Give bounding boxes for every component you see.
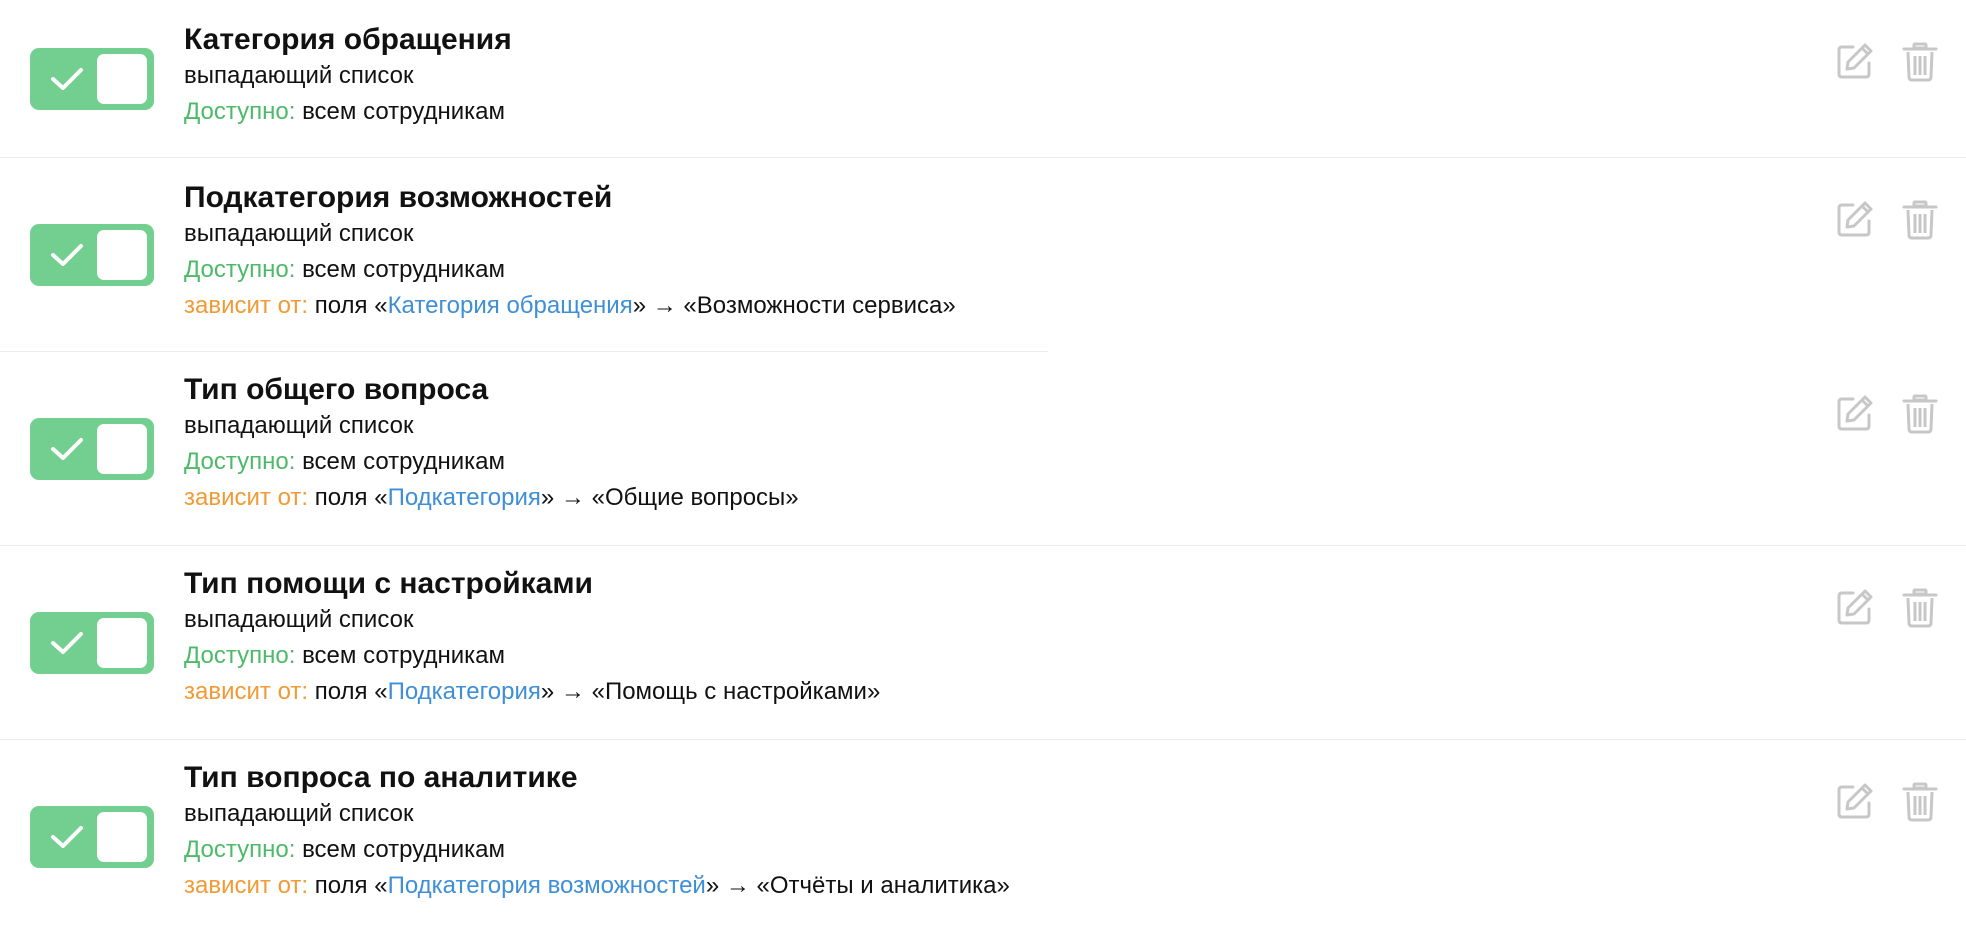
field-access: Доступно: всем сотрудникам	[184, 832, 1010, 868]
field-toggle[interactable]	[30, 224, 154, 286]
depends-prefix: поля «	[314, 292, 388, 319]
row-actions	[1832, 586, 1942, 630]
access-value: всем сотрудникам	[302, 836, 505, 863]
field-row: Тип вопроса по аналитике выпадающий спис…	[0, 740, 1966, 932]
field-dependency: зависит от: поля «Подкатегория» → «Общие…	[184, 480, 799, 516]
depends-prefix: поля «	[314, 872, 388, 899]
check-icon	[51, 438, 83, 460]
edit-button[interactable]	[1832, 780, 1876, 824]
access-label: Доступно:	[184, 448, 296, 475]
field-title: Тип общего вопроса	[184, 373, 489, 406]
field-info: Тип общего вопроса выпадающий список Дос…	[184, 372, 799, 516]
trash-icon	[1902, 42, 1938, 82]
depends-label: зависит от:	[184, 484, 309, 511]
field-access: Доступно: всем сотрудникам	[184, 94, 512, 130]
edit-icon	[1837, 43, 1873, 79]
edit-button[interactable]	[1832, 392, 1876, 436]
check-icon	[51, 244, 83, 266]
field-dependency: зависит от: поля «Подкатегория» → «Помощ…	[184, 674, 880, 710]
delete-button[interactable]	[1898, 40, 1942, 84]
edit-icon	[1837, 589, 1873, 625]
depends-label: зависит от:	[184, 678, 309, 705]
field-title: Тип помощи с настройками	[184, 567, 593, 600]
field-info: Тип вопроса по аналитике выпадающий спис…	[184, 760, 1010, 904]
depends-suffix: » → «Возможности сервиса»	[632, 292, 956, 319]
toggle-knob	[97, 618, 147, 668]
field-access: Доступно: всем сотрудникам	[184, 252, 956, 288]
field-info: Тип помощи с настройками выпадающий спис…	[184, 566, 880, 710]
toggle-knob	[97, 54, 147, 104]
field-row: Подкатегория возможностей выпадающий спи…	[0, 158, 1966, 352]
delete-button[interactable]	[1898, 586, 1942, 630]
access-label: Доступно:	[184, 98, 296, 125]
access-label: Доступно:	[184, 256, 296, 283]
toggle-knob	[97, 424, 147, 474]
delete-button[interactable]	[1898, 392, 1942, 436]
depends-field-link[interactable]: Подкатегория	[388, 678, 541, 705]
depends-prefix: поля «	[314, 484, 388, 511]
row-actions	[1832, 198, 1942, 242]
access-label: Доступно:	[184, 642, 296, 669]
field-type: выпадающий список	[184, 800, 414, 827]
field-info: Категория обращения выпадающий список До…	[184, 22, 512, 130]
field-row: Категория обращения выпадающий список До…	[0, 0, 1966, 158]
field-title: Категория обращения	[184, 23, 512, 56]
depends-suffix: » → «Помощь с настройками»	[540, 678, 881, 705]
check-icon	[51, 632, 83, 654]
field-title: Подкатегория возможностей	[184, 181, 613, 214]
edit-icon	[1837, 395, 1873, 431]
field-toggle[interactable]	[30, 806, 154, 868]
depends-field-link[interactable]: Подкатегория возможностей	[388, 872, 706, 899]
trash-icon	[1902, 200, 1938, 240]
delete-button[interactable]	[1898, 780, 1942, 824]
field-type: выпадающий список	[184, 412, 414, 439]
toggle-knob	[97, 812, 147, 862]
edit-icon	[1837, 783, 1873, 819]
depends-field-link[interactable]: Подкатегория	[388, 484, 541, 511]
depends-suffix: » → «Отчёты и аналитика»	[705, 872, 1010, 899]
field-type: выпадающий список	[184, 220, 414, 247]
row-actions	[1832, 392, 1942, 436]
field-info: Подкатегория возможностей выпадающий спи…	[184, 180, 956, 324]
check-icon	[51, 68, 83, 90]
access-value: всем сотрудникам	[302, 448, 505, 475]
field-toggle[interactable]	[30, 612, 154, 674]
field-dependency: зависит от: поля «Подкатегория возможнос…	[184, 868, 1010, 904]
edit-icon	[1837, 201, 1873, 237]
field-dependency: зависит от: поля «Категория обращения» →…	[184, 288, 956, 324]
depends-prefix: поля «	[314, 678, 388, 705]
access-value: всем сотрудникам	[302, 642, 505, 669]
field-toggle[interactable]	[30, 48, 154, 110]
field-type: выпадающий список	[184, 62, 414, 89]
access-value: всем сотрудникам	[302, 98, 505, 125]
field-access: Доступно: всем сотрудникам	[184, 444, 799, 480]
trash-icon	[1902, 588, 1938, 628]
depends-field-link[interactable]: Категория обращения	[388, 292, 633, 319]
field-title: Тип вопроса по аналитике	[184, 761, 578, 794]
row-actions	[1832, 780, 1942, 824]
edit-button[interactable]	[1832, 40, 1876, 84]
access-label: Доступно:	[184, 836, 296, 863]
trash-icon	[1902, 782, 1938, 822]
field-type: выпадающий список	[184, 606, 414, 633]
access-value: всем сотрудникам	[302, 256, 505, 283]
check-icon	[51, 826, 83, 848]
edit-button[interactable]	[1832, 198, 1876, 242]
depends-label: зависит от:	[184, 292, 309, 319]
trash-icon	[1902, 394, 1938, 434]
field-toggle[interactable]	[30, 418, 154, 480]
depends-label: зависит от:	[184, 872, 309, 899]
field-access: Доступно: всем сотрудникам	[184, 638, 880, 674]
edit-button[interactable]	[1832, 586, 1876, 630]
row-actions	[1832, 40, 1942, 84]
field-row: Тип помощи с настройками выпадающий спис…	[0, 546, 1966, 740]
delete-button[interactable]	[1898, 198, 1942, 242]
custom-fields-list: Категория обращения выпадающий список До…	[0, 0, 1966, 932]
depends-suffix: » → «Общие вопросы»	[540, 484, 799, 511]
field-row: Тип общего вопроса выпадающий список Дос…	[0, 352, 1966, 546]
toggle-knob	[97, 230, 147, 280]
